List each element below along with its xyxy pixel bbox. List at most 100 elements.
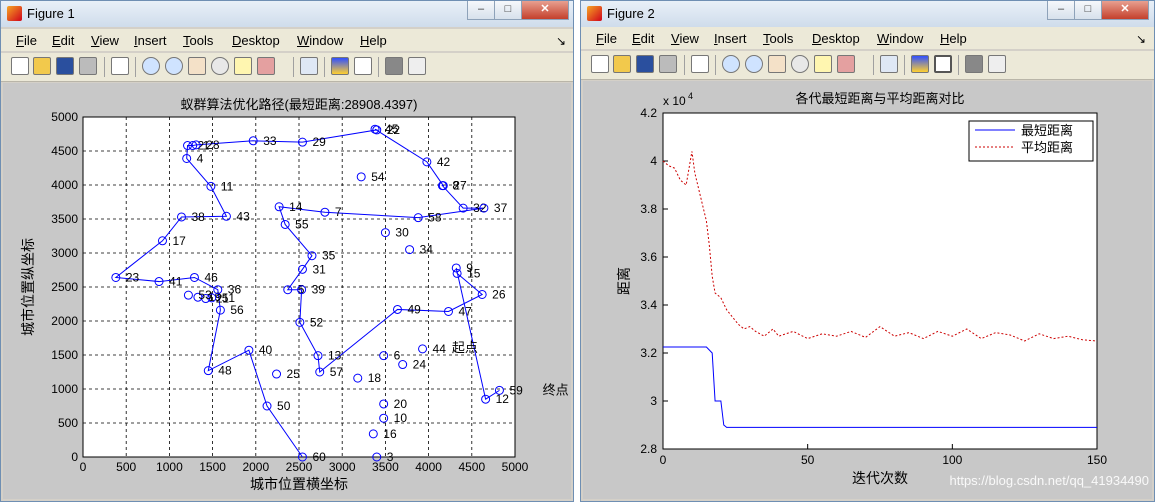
pan-icon[interactable] <box>768 55 786 73</box>
watermark: https://blog.csdn.net/qq_41934490 <box>950 473 1150 488</box>
x-tick-label: 4500 <box>458 460 485 474</box>
menu-help[interactable]: Help <box>940 31 967 46</box>
close-button[interactable]: ✕ <box>1101 1 1149 20</box>
city-label: 16 <box>383 427 397 441</box>
y-tick-label: 2.8 <box>640 442 657 456</box>
show-tools-icon[interactable] <box>408 57 426 75</box>
city-label: 33 <box>263 134 277 148</box>
city-label: 6 <box>394 349 401 363</box>
hide-tools-icon[interactable] <box>385 57 403 75</box>
x-tick-label: 50 <box>801 453 815 467</box>
brush-dropdown-icon[interactable] <box>857 55 867 73</box>
menu-help[interactable]: Help <box>360 33 387 48</box>
route-annotation: 起点 <box>452 340 478 355</box>
menu-edit[interactable]: Edit <box>52 33 74 48</box>
dock-arrow-icon[interactable]: ↘ <box>556 34 566 48</box>
open-icon[interactable] <box>33 57 51 75</box>
city-label: 24 <box>413 358 427 372</box>
maximize-button[interactable]: □ <box>1074 1 1102 20</box>
city-label: 59 <box>509 383 523 397</box>
city-label: 11 <box>221 179 234 193</box>
brush-icon[interactable] <box>837 55 855 73</box>
colorbar-icon[interactable] <box>911 55 929 73</box>
minimize-button[interactable]: – <box>1047 1 1075 20</box>
brush-icon[interactable] <box>257 57 275 75</box>
title-bar[interactable]: Figure 2 – □ ✕ <box>581 1 1154 27</box>
window-title: Figure 2 <box>607 6 655 21</box>
city-label: 26 <box>492 287 506 301</box>
new-figure-icon[interactable] <box>11 57 29 75</box>
city-label: 18 <box>368 371 382 385</box>
x-tick-label: 500 <box>116 460 136 474</box>
menu-desktop[interactable]: Desktop <box>812 31 860 46</box>
menu-window[interactable]: Window <box>297 33 343 48</box>
link-icon[interactable] <box>880 55 898 73</box>
data-cursor-icon[interactable] <box>234 57 252 75</box>
city-label: 38 <box>191 210 205 224</box>
y-tick-label: 1500 <box>51 348 78 362</box>
menu-insert[interactable]: Insert <box>714 31 747 46</box>
zoom-in-icon[interactable] <box>722 55 740 73</box>
menu-edit[interactable]: Edit <box>632 31 654 46</box>
figure2-canvas: 0 50 100 150 2.8 3 3.2 3.4 3.6 3.8 4 4.2 x 10 4 各代最短距离… <box>583 81 1152 499</box>
pointer-icon[interactable] <box>111 57 129 75</box>
maximize-button[interactable]: □ <box>494 1 522 20</box>
open-icon[interactable] <box>613 55 631 73</box>
chart-title: 蚁群算法优化路径(最短距离:28908.4397) <box>181 97 418 112</box>
figure1-canvas: 0 500 1000 1500 2000 2500 3000 3500 4000 4500 5000… <box>3 83 571 499</box>
title-bar[interactable]: Figure 1 – □ ✕ <box>1 1 573 27</box>
x-tick-label: 2000 <box>242 460 269 474</box>
city-label: 49 <box>407 302 421 316</box>
menu-window[interactable]: Window <box>877 31 923 46</box>
toolbar-separator <box>904 55 905 75</box>
data-cursor-icon[interactable] <box>814 55 832 73</box>
print-icon[interactable] <box>79 57 97 75</box>
route-chart[interactable]: 0 500 1000 1500 2000 2500 3000 3500 4000 4500 5000… <box>3 83 571 499</box>
save-icon[interactable] <box>636 55 654 73</box>
city-label: 42 <box>437 155 451 169</box>
city-label: 43 <box>236 209 250 223</box>
city-label: 2 <box>198 139 205 153</box>
menu-view[interactable]: View <box>671 31 699 46</box>
dock-arrow-icon[interactable]: ↘ <box>1136 32 1146 46</box>
y-tick-label: 500 <box>58 416 78 430</box>
y-tick-label: 3.6 <box>640 250 657 264</box>
rotate-icon[interactable] <box>791 55 809 73</box>
city-label: 45 <box>385 122 399 136</box>
menu-desktop[interactable]: Desktop <box>232 33 280 48</box>
new-figure-icon[interactable] <box>591 55 609 73</box>
menu-file[interactable]: File <box>596 31 617 46</box>
y-tick-label: 3.2 <box>640 346 657 360</box>
brush-dropdown-icon[interactable] <box>277 57 287 75</box>
y-tick-label: 4 <box>650 154 657 168</box>
save-icon[interactable] <box>56 57 74 75</box>
distance-chart[interactable]: 0 50 100 1502.833.23.43.63.844.2x 10 4 各代最短距离… <box>583 81 1152 499</box>
y-tick-label: 3.4 <box>640 298 657 312</box>
x-tick-label: 1500 <box>199 460 226 474</box>
zoom-out-icon[interactable] <box>745 55 763 73</box>
pointer-icon[interactable] <box>691 55 709 73</box>
toolbar-separator <box>324 57 325 77</box>
legend-icon[interactable] <box>354 57 372 75</box>
matlab-logo-icon <box>7 6 22 21</box>
menu-file[interactable]: File <box>16 33 37 48</box>
menu-tools[interactable]: Tools <box>763 31 793 46</box>
rotate-icon[interactable] <box>211 57 229 75</box>
close-button[interactable]: ✕ <box>521 1 569 20</box>
show-tools-icon[interactable] <box>988 55 1006 73</box>
hide-tools-icon[interactable] <box>965 55 983 73</box>
legend-icon[interactable] <box>934 55 952 73</box>
link-icon[interactable] <box>300 57 318 75</box>
pan-icon[interactable] <box>188 57 206 75</box>
city-label: 28 <box>206 138 220 152</box>
menu-tools[interactable]: Tools <box>183 33 213 48</box>
colorbar-icon[interactable] <box>331 57 349 75</box>
menu-view[interactable]: View <box>91 33 119 48</box>
print-icon[interactable] <box>659 55 677 73</box>
minimize-button[interactable]: – <box>467 1 495 20</box>
city-label: 7 <box>335 205 342 219</box>
menu-insert[interactable]: Insert <box>134 33 167 48</box>
zoom-out-icon[interactable] <box>165 57 183 75</box>
y-tick-label: 2500 <box>51 280 78 294</box>
zoom-in-icon[interactable] <box>142 57 160 75</box>
